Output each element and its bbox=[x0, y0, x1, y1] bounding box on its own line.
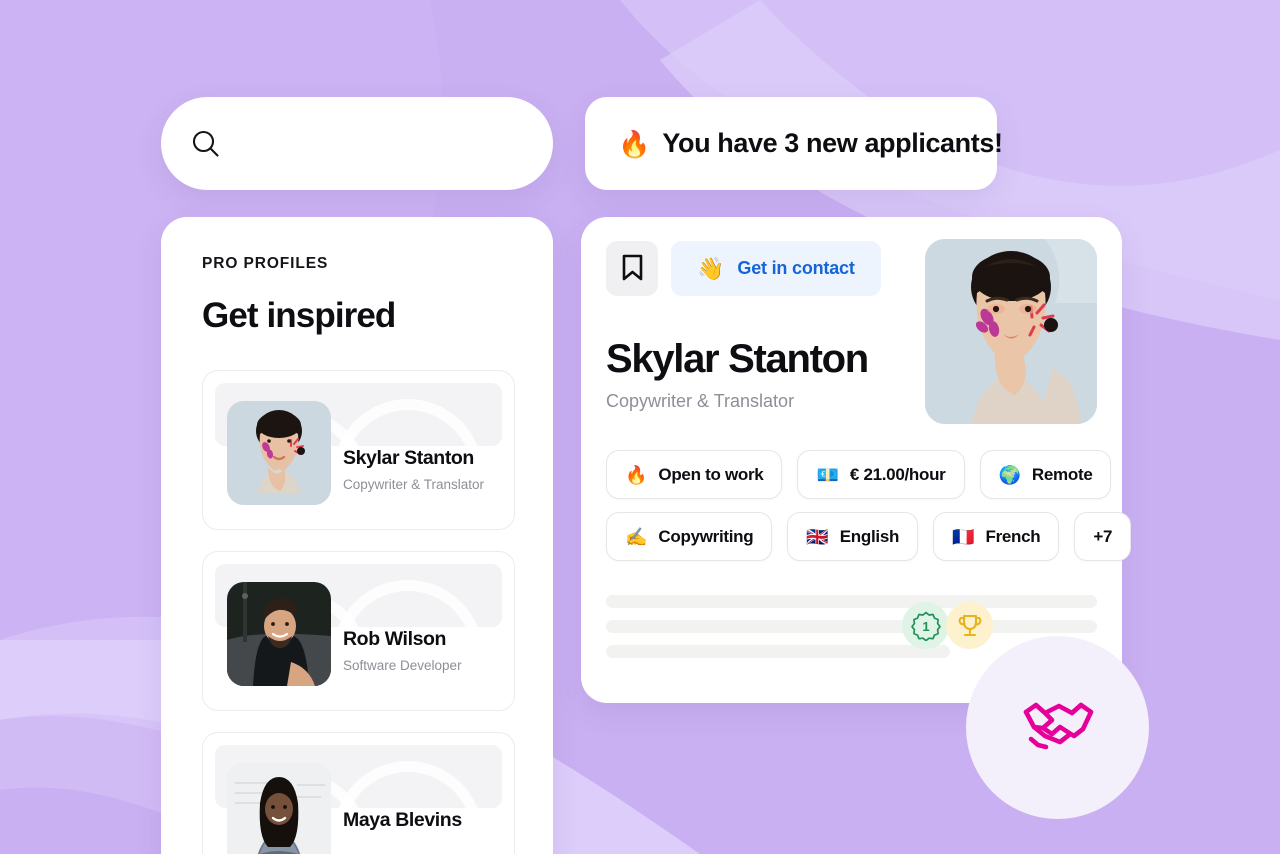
profile-meta: Maya Blevins bbox=[343, 809, 504, 839]
svg-text:1: 1 bbox=[922, 619, 929, 634]
chip-hourly-rate[interactable]: 💶 € 21.00/hour bbox=[797, 450, 965, 499]
get-in-contact-label: Get in contact bbox=[737, 258, 855, 278]
app-root: 🔥 You have 3 new applicants! PRO PROFILE… bbox=[0, 0, 1280, 854]
wave-icon: 👋 bbox=[697, 255, 725, 281]
chip-label: Remote bbox=[1031, 464, 1093, 484]
handshake-logo-icon bbox=[1012, 694, 1104, 761]
notification-text: You have 3 new applicants! bbox=[662, 128, 1003, 158]
chip-label: French bbox=[985, 526, 1041, 546]
get-in-contact-button[interactable]: 👋 Get in contact bbox=[671, 241, 881, 296]
skeleton-line bbox=[606, 595, 1097, 608]
profile-role: Copywriter & Translator bbox=[343, 477, 485, 492]
search-input[interactable] bbox=[239, 132, 553, 155]
chip-label: Open to work bbox=[658, 464, 764, 484]
profile-name: Rob Wilson bbox=[343, 628, 447, 650]
rank-badge: 1 bbox=[902, 602, 949, 649]
profile-meta: Rob Wilson Software Developer bbox=[343, 628, 504, 673]
profile-role: Software Developer bbox=[343, 658, 462, 673]
profile-name: Skylar Stanton bbox=[343, 447, 474, 469]
chip-label: € 21.00/hour bbox=[849, 464, 946, 484]
list-item[interactable]: Skylar Stanton Copywriter & Translator bbox=[202, 370, 515, 530]
notification-banner[interactable]: 🔥 You have 3 new applicants! bbox=[585, 97, 1003, 190]
page-title: Get inspired bbox=[202, 296, 396, 335]
list-item[interactable]: Maya Blevins bbox=[202, 732, 515, 854]
fire-icon: 🔥 bbox=[625, 464, 648, 485]
chip-more-count[interactable]: +7 bbox=[1074, 512, 1132, 561]
chip-french[interactable]: 🇫🇷 French bbox=[933, 512, 1060, 561]
bookmark-icon bbox=[622, 254, 643, 284]
profile-list: Skylar Stanton Copywriter & Translator R… bbox=[202, 370, 522, 854]
skeleton-line bbox=[606, 620, 1097, 633]
chip-row-1: 🔥 Open to work 💶 € 21.00/hour 🌍 Remote bbox=[606, 450, 1112, 499]
search-icon bbox=[189, 127, 223, 161]
chip-english[interactable]: 🇬🇧 English bbox=[787, 512, 919, 561]
chip-row-2: ✍️ Copywriting 🇬🇧 English 🇫🇷 French +7 bbox=[606, 512, 1132, 561]
chip-label: +7 bbox=[1093, 526, 1113, 546]
writing-hand-icon: ✍️ bbox=[625, 526, 648, 547]
chip-copywriting[interactable]: ✍️ Copywriting bbox=[606, 512, 773, 561]
list-item[interactable]: Rob Wilson Software Developer bbox=[202, 551, 515, 711]
bookmark-button[interactable] bbox=[606, 241, 658, 296]
chip-label: English bbox=[839, 526, 900, 546]
avatar bbox=[227, 401, 331, 505]
profile-name: Maya Blevins bbox=[343, 809, 462, 831]
flag-france-icon: 🇫🇷 bbox=[952, 526, 975, 547]
chip-remote[interactable]: 🌍 Remote bbox=[979, 450, 1112, 499]
chip-open-to-work[interactable]: 🔥 Open to work bbox=[606, 450, 783, 499]
trophy-badge bbox=[946, 602, 993, 649]
skeleton-line bbox=[606, 645, 950, 658]
attribute-chips: 🔥 Open to work 💶 € 21.00/hour 🌍 Remote ✍… bbox=[606, 450, 1132, 561]
fire-icon: 🔥 bbox=[618, 128, 651, 159]
profile-detail-avatar bbox=[925, 239, 1097, 424]
brand-logo bbox=[966, 636, 1149, 819]
flag-uk-icon: 🇬🇧 bbox=[806, 526, 829, 547]
chip-label: Copywriting bbox=[658, 526, 754, 546]
globe-icon: 🌍 bbox=[998, 464, 1021, 485]
pro-profiles-panel: PRO PROFILES Get inspired Skylar Stanton… bbox=[161, 217, 553, 854]
panel-eyebrow: PRO PROFILES bbox=[202, 255, 329, 272]
search-bar[interactable] bbox=[161, 97, 553, 190]
profile-detail-panel: 👋 Get in contact Skylar Stanton Copywrit… bbox=[581, 217, 1132, 703]
avatar bbox=[227, 763, 331, 854]
avatar bbox=[227, 582, 331, 686]
banknote-icon: 💶 bbox=[816, 464, 839, 485]
profile-meta: Skylar Stanton Copywriter & Translator bbox=[343, 447, 504, 492]
